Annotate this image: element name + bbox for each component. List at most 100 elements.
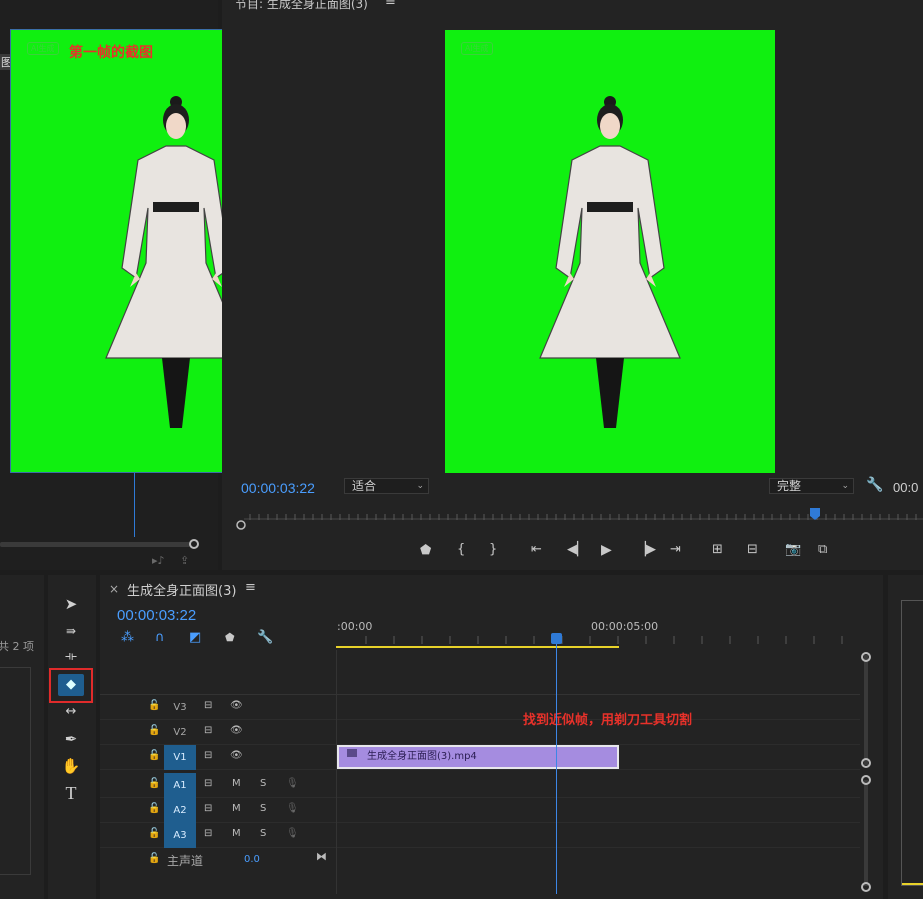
sync-lock-icon[interactable]: ⊟ <box>204 700 212 711</box>
insert-icon[interactable]: ▸♪ <box>152 554 165 568</box>
track-target-toggle[interactable]: A3 <box>164 823 196 848</box>
lock-icon[interactable]: 🔓 <box>148 750 160 761</box>
playhead-handle[interactable] <box>551 633 562 644</box>
timeline-settings-wrench-icon[interactable]: 🔧 <box>257 631 273 645</box>
program-timecode[interactable]: 00:00:03:22 <box>241 480 315 496</box>
scroll-handle-top[interactable] <box>861 775 871 785</box>
export-icon[interactable]: ⇪ <box>180 554 189 568</box>
microphone-icon[interactable]: 🎙 <box>286 803 299 814</box>
lock-icon[interactable]: 🔓 <box>148 778 160 789</box>
lock-icon[interactable]: 🔓 <box>148 725 160 736</box>
track-select-tool-icon[interactable]: ⇛ <box>58 620 84 642</box>
scroll-handle-bottom[interactable] <box>861 758 871 768</box>
audio-meter-level <box>902 883 923 885</box>
razor-tool-icon[interactable]: ◆ <box>58 674 84 696</box>
microphone-icon[interactable]: 🎙 <box>286 828 299 839</box>
extract-icon[interactable]: ⊟ <box>747 543 758 557</box>
program-right-timecode: 00:0 <box>893 480 919 495</box>
timeline-vertical-scrollbar[interactable] <box>864 655 868 765</box>
nest-sequence-icon[interactable]: ⁂ <box>121 631 134 645</box>
slip-tool-icon[interactable]: ↔ <box>58 701 84 723</box>
audio-meter <box>901 600 923 886</box>
snap-icon[interactable]: ∩ <box>155 631 165 645</box>
source-scroll-handle[interactable] <box>189 539 199 549</box>
character-illustration <box>539 96 681 428</box>
source-scroll-track[interactable] <box>0 542 190 547</box>
lock-icon[interactable]: 🔓 <box>148 828 160 839</box>
go-to-end-icon[interactable]: ⧓ <box>316 850 327 863</box>
timeline-close-icon[interactable]: × <box>109 582 119 596</box>
track-target-toggle[interactable]: V1 <box>164 745 196 770</box>
track-target-toggle[interactable]: V2 <box>164 720 196 745</box>
timeline-ruler[interactable] <box>336 634 860 650</box>
sync-lock-icon[interactable]: ⊟ <box>204 725 212 736</box>
timeline-timecode[interactable]: 00:00:03:22 <box>117 607 196 624</box>
mark-in-icon[interactable]: { <box>457 543 465 557</box>
eye-icon[interactable]: 👁 <box>230 725 243 736</box>
go-to-in-icon[interactable]: ⇤ <box>531 543 542 557</box>
mute-button[interactable]: M <box>232 828 241 839</box>
ripple-edit-tool-icon[interactable]: ⟛ <box>58 646 84 668</box>
sync-lock-icon[interactable]: ⊟ <box>204 750 212 761</box>
lock-icon[interactable]: 🔓 <box>148 803 160 814</box>
mute-button[interactable]: M <box>232 803 241 814</box>
master-track-label: 主声道 <box>167 854 204 868</box>
go-to-out-icon[interactable]: ⇥ <box>670 543 681 557</box>
microphone-icon[interactable]: 🎙 <box>286 778 299 789</box>
add-marker-icon[interactable]: ⬟ <box>225 631 235 645</box>
solo-button[interactable]: S <box>260 778 266 789</box>
sync-lock-icon[interactable]: ⊟ <box>204 828 212 839</box>
camera-icon[interactable]: 📷 <box>785 543 801 557</box>
solo-button[interactable]: S <box>260 828 266 839</box>
track-target-toggle[interactable]: A2 <box>164 798 196 823</box>
timeline-tab-title[interactable]: 生成全身正面图(3) <box>127 580 236 599</box>
track-target-toggle[interactable]: V3 <box>164 695 196 720</box>
button-editor-icon[interactable]: ⧉ <box>818 543 827 557</box>
playhead-line <box>556 644 557 894</box>
source-playhead-line <box>134 473 135 537</box>
type-tool-icon[interactable]: T <box>58 782 84 804</box>
track-header-a1: 🔓 A1 ⊟ M S 🎙 <box>100 773 336 798</box>
master-volume-value[interactable]: 0.0 <box>244 854 260 865</box>
ruler-start-label: :00:00 <box>337 620 373 633</box>
chevron-down-icon: ⌄ <box>416 481 424 491</box>
timeline-menu-icon[interactable]: ≡ <box>245 580 256 595</box>
solo-button[interactable]: S <box>260 803 266 814</box>
audio-vertical-scrollbar[interactable] <box>864 780 868 886</box>
scroll-handle-bottom[interactable] <box>861 882 871 892</box>
pen-tool-icon[interactable]: ✒ <box>58 728 84 750</box>
sync-lock-icon[interactable]: ⊟ <box>204 803 212 814</box>
scroll-handle-top[interactable] <box>861 652 871 662</box>
fit-select[interactable]: 适合 ⌄ <box>344 478 429 494</box>
project-list-area <box>0 667 31 875</box>
ai-badge: AI生成 <box>27 42 59 55</box>
program-scrubber-ruler[interactable] <box>236 506 923 530</box>
video-clip[interactable]: 生成全身正面图(3).mp4 <box>337 745 619 769</box>
wrench-icon[interactable]: 🔧 <box>866 478 883 492</box>
selection-tool-icon[interactable]: ➤ <box>58 593 84 615</box>
lock-icon[interactable]: 🔓 <box>148 853 160 864</box>
track-header-a3: 🔓 A3 ⊟ M S 🎙 <box>100 823 336 848</box>
fit-select-value: 适合 <box>352 479 377 493</box>
lock-icon[interactable]: 🔓 <box>148 700 160 711</box>
track-target-toggle[interactable]: A1 <box>164 773 196 798</box>
eye-icon[interactable]: 👁 <box>230 700 243 711</box>
program-video-frame: AI生成 <box>445 30 775 473</box>
track-header-a2: 🔓 A2 ⊟ M S 🎙 <box>100 798 336 823</box>
step-forward-icon[interactable]: ▕▶ <box>636 543 656 557</box>
hand-tool-icon[interactable]: ✋ <box>58 755 84 777</box>
add-marker-icon[interactable]: ⬟ <box>420 544 431 558</box>
mute-button[interactable]: M <box>232 778 241 789</box>
ruler-mid-label: 00:00:05:00 <box>591 620 659 633</box>
linked-selection-icon[interactable]: ◩ <box>189 631 201 645</box>
step-back-icon[interactable]: ◀▏ <box>567 543 587 557</box>
program-monitor-menu-icon[interactable]: ≡ <box>385 0 396 9</box>
lift-icon[interactable]: ⊞ <box>712 543 723 557</box>
quality-select[interactable]: 完整 ⌄ <box>769 478 854 494</box>
play-icon[interactable]: ▶ <box>601 543 612 557</box>
quality-select-value: 完整 <box>777 479 802 493</box>
mark-out-icon[interactable]: } <box>489 543 497 557</box>
sync-lock-icon[interactable]: ⊟ <box>204 778 212 789</box>
timeline-lane-area <box>336 650 860 894</box>
eye-icon[interactable]: 👁 <box>230 750 243 761</box>
